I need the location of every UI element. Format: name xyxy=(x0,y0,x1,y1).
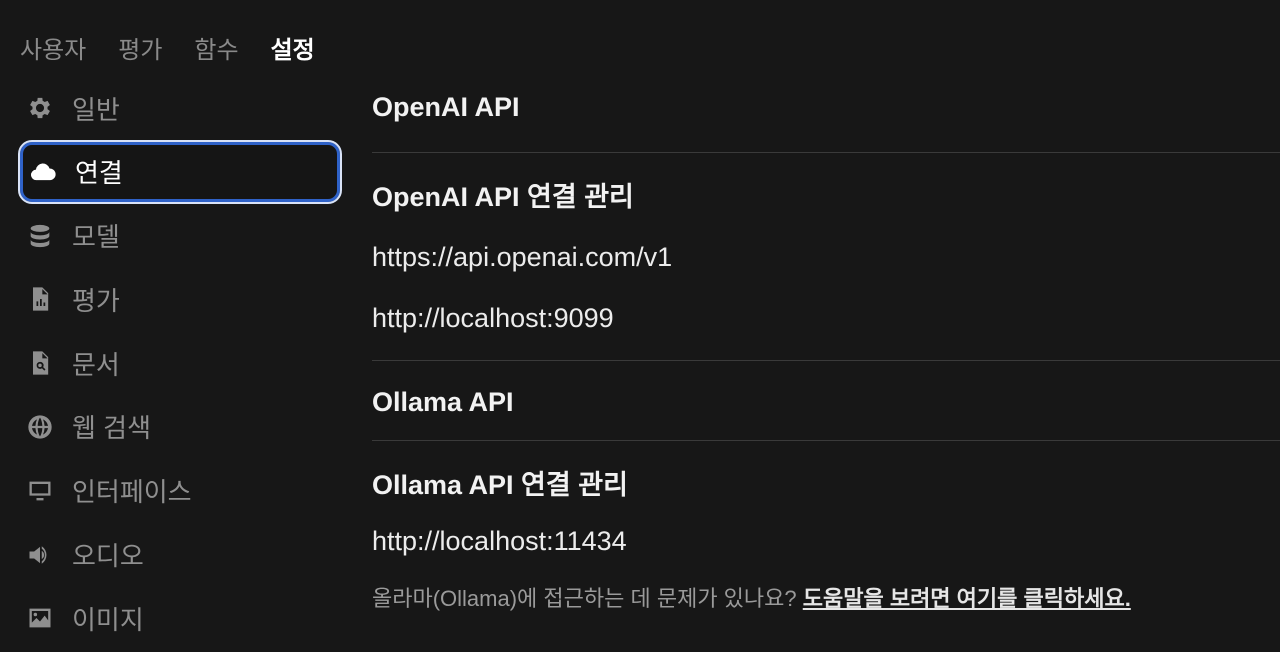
openai-url-1[interactable]: https://api.openai.com/v1 xyxy=(372,242,1280,273)
sidebar-item-evaluations[interactable]: 평가 xyxy=(20,269,340,329)
sidebar-item-models[interactable]: 모델 xyxy=(20,206,340,266)
tab-users[interactable]: 사용자 xyxy=(20,30,86,65)
openai-manage-title: OpenAI API 연결 관리 xyxy=(372,182,634,212)
sidebar-item-label: 평가 xyxy=(72,285,120,316)
divider xyxy=(372,440,1280,441)
speaker-icon xyxy=(26,541,54,569)
sidebar-item-label: 인터페이스 xyxy=(72,477,192,508)
openai-section-title: OpenAI API xyxy=(372,92,520,122)
tab-functions[interactable]: 함수 xyxy=(194,30,238,65)
sidebar-item-audio[interactable]: 오디오 xyxy=(20,525,340,585)
sidebar-item-label: 오디오 xyxy=(72,541,144,572)
ollama-manage-title: Ollama API 연결 관리 xyxy=(372,470,628,500)
document-chart-icon xyxy=(26,285,54,313)
image-icon xyxy=(26,604,54,632)
sidebar-item-label: 모델 xyxy=(72,222,120,253)
sidebar-item-connections[interactable]: 연결 xyxy=(18,139,342,204)
sidebar-item-images[interactable]: 이미지 xyxy=(20,588,340,648)
sidebar-item-label: 일반 xyxy=(72,94,120,125)
ollama-help-text: 올라마(Ollama)에 접근하는 데 문제가 있나요? 도움말을 보려면 여기… xyxy=(372,581,1280,613)
sidebar-item-label: 연결 xyxy=(75,158,123,189)
sidebar-item-label: 문서 xyxy=(72,349,120,380)
globe-icon xyxy=(26,413,54,441)
divider xyxy=(372,152,1280,153)
monitor-icon xyxy=(26,477,54,505)
sidebar-item-general[interactable]: 일반 xyxy=(20,78,340,138)
sidebar-item-web-search[interactable]: 웹 검색 xyxy=(20,397,340,457)
sidebar-item-label: 웹 검색 xyxy=(72,413,151,444)
tab-evaluations[interactable]: 평가 xyxy=(118,30,162,65)
database-icon xyxy=(26,222,54,250)
cloud-icon xyxy=(29,158,57,186)
tab-settings[interactable]: 설정 xyxy=(271,30,315,65)
sidebar-item-label: 이미지 xyxy=(72,604,144,635)
connections-panel: OpenAI API OpenAI API 연결 관리 https://api.… xyxy=(372,92,1280,613)
divider xyxy=(372,360,1280,361)
sidebar-item-documents[interactable]: 문서 xyxy=(20,333,340,393)
ollama-section-title: Ollama API xyxy=(372,387,514,417)
openai-url-2[interactable]: http://localhost:9099 xyxy=(372,303,1280,334)
help-link[interactable]: 도움말을 보려면 여기를 클릭하세요. xyxy=(803,586,1131,611)
help-question: 올라마(Ollama)에 접근하는 데 문제가 있나요? xyxy=(372,586,803,611)
sidebar-item-interface[interactable]: 인터페이스 xyxy=(20,461,340,521)
ollama-url-1[interactable]: http://localhost:11434 xyxy=(372,526,1280,557)
settings-top-tabs: 사용자 평가 함수 설정 xyxy=(20,30,315,65)
settings-sidebar: 일반 연결 모델 평가 문서 웹 검색 인터페이스 오디오 이미지 xyxy=(18,78,342,652)
gear-icon xyxy=(26,94,54,122)
document-search-icon xyxy=(26,349,54,377)
